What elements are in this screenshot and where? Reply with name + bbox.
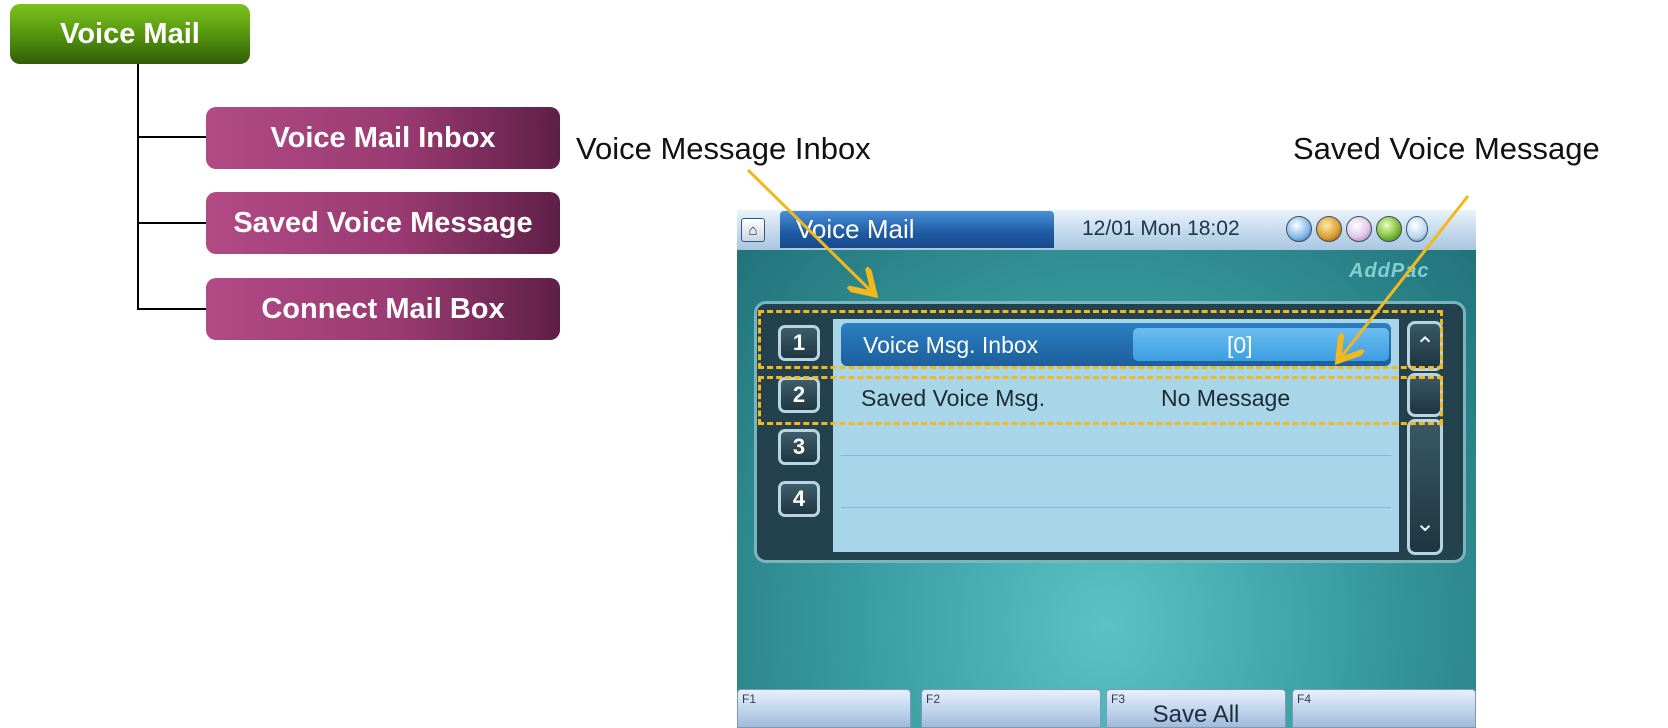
callout-arrows <box>746 168 1470 728</box>
arrow-to-inbox <box>746 168 870 290</box>
arrow-to-saved <box>1342 195 1470 356</box>
